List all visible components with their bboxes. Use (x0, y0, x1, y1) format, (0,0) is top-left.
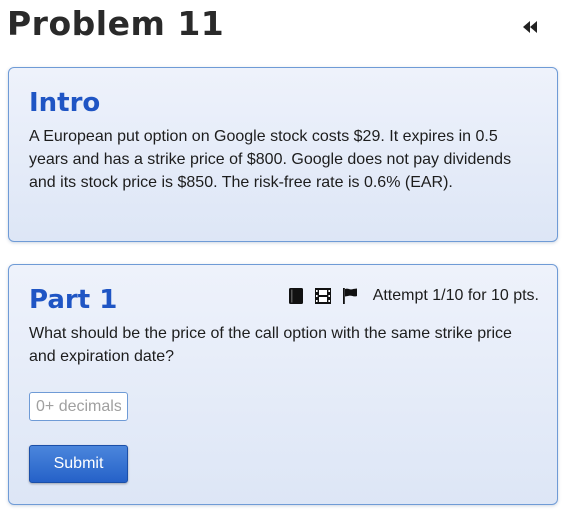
part-toolbar: Attempt 1/10 for 10 pts. (286, 286, 539, 306)
double-chevron-left-icon (523, 21, 537, 33)
part-question: What should be the price of the call opt… (29, 325, 512, 365)
part-1-card: Part 1 Attempt 1/10 for 10 pts. What sho… (8, 264, 558, 505)
film-icon[interactable] (313, 286, 333, 306)
problem-title: Problem 11 (7, 4, 225, 43)
intro-heading: Intro (29, 88, 101, 118)
intro-text: A European put option on Google stock co… (29, 128, 512, 191)
part-heading: Part 1 (29, 285, 118, 315)
problem-page: Problem 11 Intro A European put option o… (0, 0, 564, 520)
collapse-button[interactable] (518, 15, 542, 39)
attempt-counter: Attempt 1/10 for 10 pts. (372, 287, 539, 304)
intro-card: Intro A European put option on Google st… (8, 67, 558, 242)
submit-button[interactable]: Submit (29, 445, 128, 483)
answer-input[interactable] (29, 392, 128, 421)
flag-icon[interactable] (340, 286, 360, 306)
book-icon[interactable] (286, 286, 306, 306)
